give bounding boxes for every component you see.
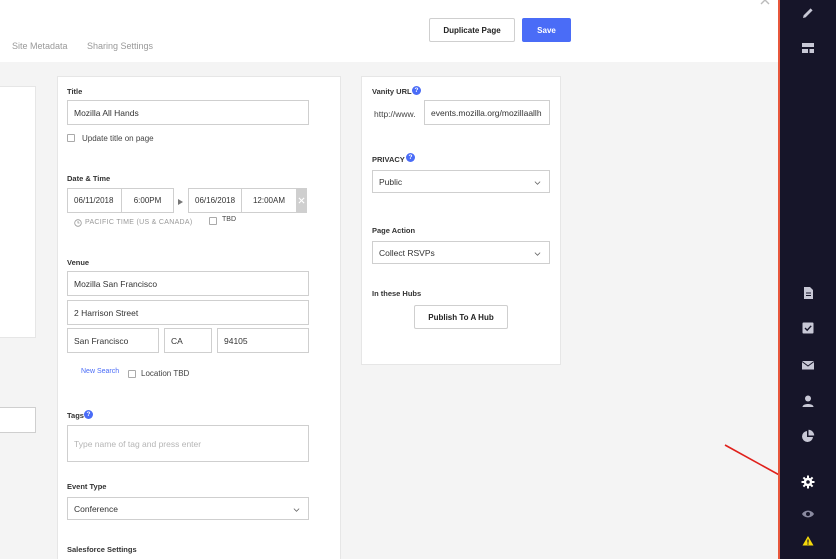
end-time-input[interactable]: 12:00AM <box>241 188 297 213</box>
venue-label: Venue <box>67 258 90 267</box>
top-bar <box>0 0 778 62</box>
duplicate-page-button[interactable]: Duplicate Page <box>429 18 515 42</box>
tab-site-metadata[interactable]: Site Metadata <box>12 41 68 51</box>
update-title-label: Update title on page <box>82 134 154 143</box>
datetime-label: Date & Time <box>67 174 111 183</box>
close-icon[interactable] <box>759 0 771 6</box>
title-label: Title <box>67 87 83 96</box>
title-input[interactable]: Mozilla All Hands <box>67 100 309 125</box>
vanity-url-help-icon[interactable]: ? <box>412 86 421 95</box>
venue-city-input[interactable]: San Francisco <box>67 328 159 353</box>
page-action-select[interactable]: Collect RSVPs <box>372 241 550 264</box>
chevron-down-icon <box>534 181 541 185</box>
left-panel-card <box>0 86 36 338</box>
tags-label: Tags <box>67 411 84 420</box>
clock-icon <box>74 219 82 227</box>
privacy-value: Public <box>379 176 403 187</box>
publish-to-hub-button[interactable]: Publish To A Hub <box>414 305 508 329</box>
tags-input[interactable]: Type name of tag and press enter <box>67 425 309 462</box>
hubs-label: In these Hubs <box>372 289 422 298</box>
update-title-checkbox[interactable] <box>67 134 75 142</box>
chevron-down-icon <box>534 252 541 256</box>
page-action-value: Collect RSVPs <box>379 247 435 258</box>
person-icon[interactable] <box>799 392 817 410</box>
tab-sharing-settings[interactable]: Sharing Settings <box>87 41 153 51</box>
event-type-label: Event Type <box>67 482 107 491</box>
page-action-label: Page Action <box>372 226 416 235</box>
salesforce-settings-label: Salesforce Settings <box>67 545 137 554</box>
start-time-input[interactable]: 6:00PM <box>121 188 174 213</box>
arrow-right-icon <box>178 197 183 205</box>
location-tbd-checkbox[interactable] <box>128 370 136 378</box>
vanity-url-label: Vanity URL <box>372 87 412 96</box>
layout-icon[interactable] <box>799 39 817 57</box>
timezone-label[interactable]: PACIFIC TIME (US & CANADA) <box>85 219 193 226</box>
checklist-icon[interactable] <box>799 319 817 337</box>
vanity-url-input[interactable]: events.mozilla.org/mozillaallh <box>424 100 550 125</box>
pie-chart-icon[interactable] <box>799 427 817 445</box>
document-icon[interactable] <box>799 284 817 302</box>
end-date-input[interactable]: 06/16/2018 <box>188 188 242 213</box>
privacy-help-icon[interactable]: ? <box>406 153 415 162</box>
left-panel-input[interactable] <box>0 407 36 433</box>
location-tbd-label: Location TBD <box>141 369 190 378</box>
privacy-select[interactable]: Public <box>372 170 550 193</box>
eye-icon[interactable] <box>799 505 817 523</box>
venue-street-input[interactable]: 2 Harrison Street <box>67 300 309 325</box>
tags-help-icon[interactable]: ? <box>84 410 93 419</box>
vanity-url-prefix: http://www. <box>374 109 416 119</box>
chevron-down-icon <box>293 508 300 512</box>
gear-icon[interactable] <box>799 473 817 491</box>
tbd-checkbox[interactable] <box>209 217 217 225</box>
new-search-link[interactable]: New Search <box>81 368 119 375</box>
save-button[interactable]: Save <box>522 18 571 42</box>
start-date-input[interactable]: 06/11/2018 <box>67 188 122 213</box>
event-type-select[interactable]: Conference <box>67 497 309 520</box>
close-icon <box>298 197 305 204</box>
warning-icon[interactable] <box>799 532 817 550</box>
mail-icon[interactable] <box>799 356 817 374</box>
clear-date-button[interactable] <box>296 188 307 213</box>
event-type-value: Conference <box>74 503 118 514</box>
venue-zip-input[interactable]: 94105 <box>217 328 309 353</box>
pencil-icon[interactable] <box>799 4 817 22</box>
venue-state-input[interactable]: CA <box>164 328 212 353</box>
privacy-label: PRIVACY <box>372 155 405 164</box>
tbd-label: TBD <box>222 216 236 223</box>
venue-name-input[interactable]: Mozilla San Francisco <box>67 271 309 296</box>
